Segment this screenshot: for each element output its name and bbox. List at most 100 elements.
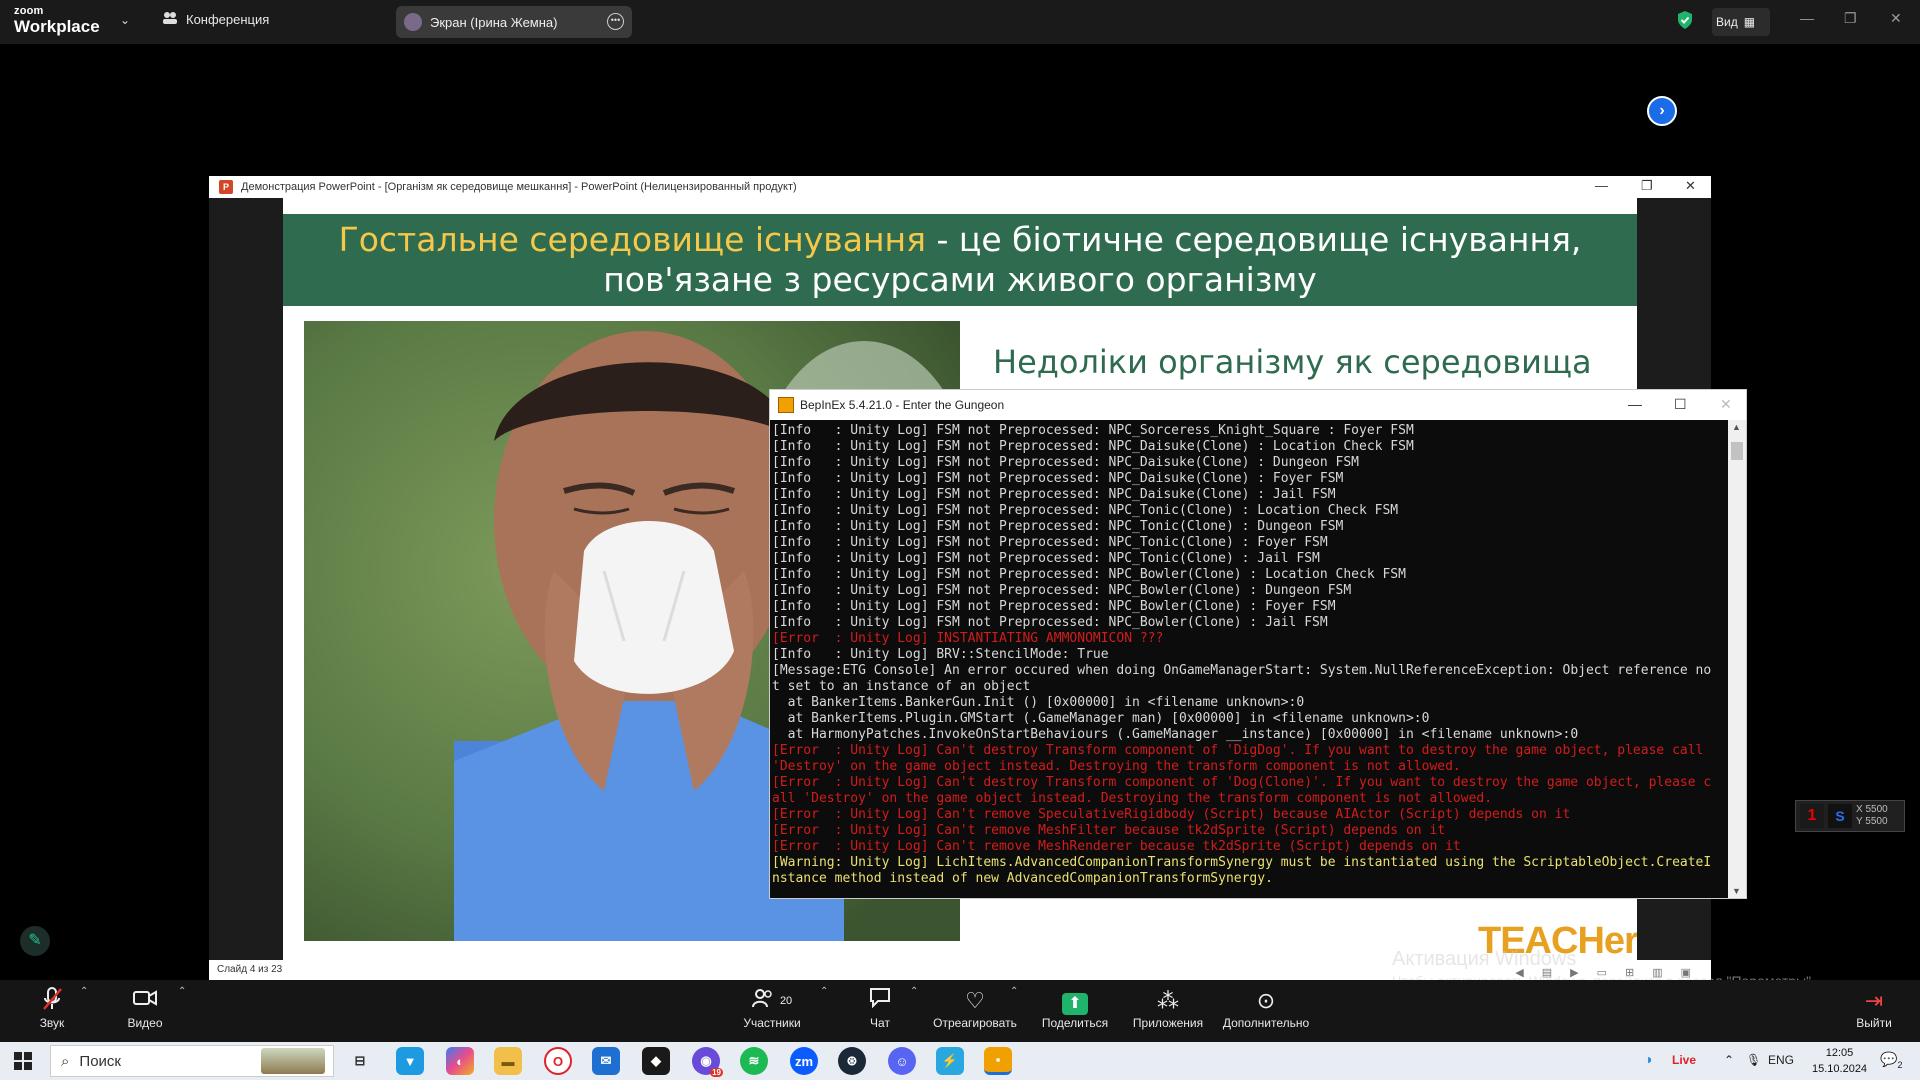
messenger-icon[interactable]: ◉ 19 xyxy=(692,1047,723,1077)
view-label: Вид xyxy=(1716,15,1738,29)
widget-button-2[interactable]: S xyxy=(1828,804,1852,828)
language-indicator[interactable]: ENG xyxy=(1768,1053,1794,1067)
taskbar-search[interactable]: ⌕ Поиск xyxy=(50,1045,334,1077)
leave-button[interactable]: ⇥ Выйти xyxy=(1852,986,1896,1030)
notification-icon[interactable]: 💬2 xyxy=(1880,1051,1902,1070)
restore-button[interactable]: ❐ xyxy=(1844,10,1857,27)
steam-icon[interactable]: ⊛ xyxy=(838,1047,866,1075)
screen-share-tab[interactable]: Экран (Ірина Жемна) ••• xyxy=(396,6,632,38)
slide-title-line2: пов'язане з ресурсами живого організму xyxy=(603,260,1317,299)
heart-icon: ♡ xyxy=(965,988,985,1013)
microphone-icon[interactable]: 🎙 xyxy=(1746,1053,1761,1067)
console-app-icon xyxy=(778,397,794,413)
slide-title-rest: - це біотичне середовище існування, xyxy=(925,220,1582,259)
minimize-button[interactable]: — xyxy=(1800,10,1814,26)
console-line: [Info : Unity Log] BRV::StencilMode: Tru… xyxy=(772,647,1109,662)
console-line: [Info : Unity Log] FSM not Preprocessed:… xyxy=(772,439,1414,454)
participants-icon: 20 xyxy=(740,986,804,1016)
app-icon[interactable]: ◆ xyxy=(642,1047,670,1075)
view-button[interactable]: Вид ▦ xyxy=(1712,8,1770,36)
console-log[interactable]: [Info : Unity Log] FSM not Preprocessed:… xyxy=(770,420,1728,898)
video-button[interactable]: Видео ⌃ xyxy=(120,986,186,1030)
weather-icon[interactable]: ◑ xyxy=(1644,1051,1652,1067)
share-screen-icon: ⬆ xyxy=(1062,993,1088,1015)
slide-title: Гостальне середовище існування - це біот… xyxy=(283,214,1637,306)
live-label[interactable]: Live xyxy=(1672,1053,1696,1067)
console-line: [Error : Unity Log] Can't remove Specula… xyxy=(772,807,1571,822)
participants-button[interactable]: 20 Участники ⌃ xyxy=(740,986,828,1030)
tray-chevron-icon[interactable]: ⌃ xyxy=(1724,1053,1734,1067)
more-label: Дополнительно xyxy=(1222,1016,1310,1030)
react-button[interactable]: ♡ Отреагировать ⌃ xyxy=(932,986,1018,1030)
console-line: [Info : Unity Log] FSM not Preprocessed:… xyxy=(772,519,1344,534)
mail-icon[interactable]: ✉ xyxy=(592,1047,620,1075)
avatar xyxy=(404,13,422,31)
zoom-app-icon[interactable]: zm xyxy=(790,1047,818,1075)
spotify-icon[interactable]: ≋ xyxy=(740,1047,768,1075)
clock[interactable]: 12:05 15.10.2024 xyxy=(1812,1045,1867,1077)
more-options-icon[interactable]: ••• xyxy=(607,13,624,30)
conference-label: Конференция xyxy=(186,12,270,27)
slide-title-accent: Гостальне середовище існування xyxy=(338,220,926,259)
console-line: [Info : Unity Log] FSM not Preprocessed:… xyxy=(772,551,1320,566)
audio-options-caret[interactable]: ⌃ xyxy=(80,986,88,997)
overlay-widget[interactable]: 1 S X 5500 Y 5500 xyxy=(1795,800,1905,832)
clock-date: 15.10.2024 xyxy=(1812,1063,1868,1075)
share-button[interactable]: ⬆ Поделиться xyxy=(1040,986,1110,1030)
chat-options-caret[interactable]: ⌃ xyxy=(910,986,918,997)
participants-count: 20 xyxy=(779,995,793,1007)
console-line: at BankerItems.BankerGun.Init () [0x0000… xyxy=(772,695,1305,710)
console-line: [Error : Unity Log] Can't remove MeshRen… xyxy=(772,839,1461,854)
shield-icon[interactable] xyxy=(1676,10,1694,35)
console-line: t set to an instance of an object xyxy=(772,679,1031,694)
more-button[interactable]: ⊙ Дополнительно xyxy=(1220,986,1312,1030)
console-line: [Error : Unity Log] Can't destroy Transf… xyxy=(772,775,1712,790)
scroll-up-icon[interactable]: ▲ xyxy=(1732,422,1741,432)
opera-icon[interactable]: O xyxy=(544,1047,572,1075)
share-label: Поделиться xyxy=(1041,1016,1109,1030)
chevron-down-icon[interactable]: ⌄ xyxy=(120,13,130,27)
conference-button[interactable]: Конференция xyxy=(162,11,269,28)
slide-counter: Слайд 4 из 23 xyxy=(217,964,283,975)
discord-icon[interactable]: ☺ xyxy=(888,1047,916,1075)
annotate-pencil-icon[interactable]: ✎ xyxy=(20,926,50,956)
participants-options-caret[interactable]: ⌃ xyxy=(820,986,828,997)
close-button[interactable]: ✕ xyxy=(1890,10,1902,27)
zoom-logo-bottom: Workplace xyxy=(14,17,100,36)
console-close-button[interactable]: ✕ xyxy=(1720,396,1732,413)
ppt-restore-button[interactable]: ❐ xyxy=(1641,178,1653,194)
video-options-caret[interactable]: ⌃ xyxy=(178,986,186,997)
react-options-caret[interactable]: ⌃ xyxy=(1010,986,1018,997)
file-explorer-icon[interactable]: ▬ xyxy=(494,1047,522,1075)
task-view-icon[interactable]: ⊟ xyxy=(346,1047,374,1075)
bepinex-taskbar-icon[interactable]: ▪ xyxy=(984,1047,1012,1075)
widget-button-1[interactable]: 1 xyxy=(1800,804,1824,828)
console-line: [Info : Unity Log] FSM not Preprocessed:… xyxy=(772,503,1399,518)
chat-button[interactable]: Чат ⌃ xyxy=(862,986,918,1030)
console-maximize-button[interactable]: ☐ xyxy=(1674,396,1687,413)
chat-label: Чат xyxy=(870,1016,890,1030)
ppt-minimize-button[interactable]: — xyxy=(1595,178,1608,193)
bepinex-console-window[interactable]: BepInEx 5.4.21.0 - Enter the Gungeon — ☐… xyxy=(769,389,1747,899)
scrollbar-thumb[interactable] xyxy=(1731,442,1743,460)
console-line: [Info : Unity Log] FSM not Preprocessed:… xyxy=(772,471,1344,486)
windows-start-icon[interactable] xyxy=(14,1052,32,1070)
scroll-down-icon[interactable]: ▼ xyxy=(1732,886,1741,896)
console-line: [Info : Unity Log] FSM not Preprocessed:… xyxy=(772,535,1328,550)
copilot-icon[interactable]: ◐ xyxy=(446,1047,474,1075)
ppt-close-button[interactable]: ✕ xyxy=(1685,178,1696,194)
chat-icon xyxy=(862,986,898,1016)
screen-tab-label: Экран (Ірина Жемна) xyxy=(430,14,558,30)
console-minimize-button[interactable]: — xyxy=(1628,396,1642,412)
vpn-shield-icon[interactable]: ▼ xyxy=(396,1047,424,1075)
console-line: at HarmonyPatches.InvokeOnStartBehaviour… xyxy=(772,727,1579,742)
next-arrow-icon[interactable]: › xyxy=(1647,96,1677,126)
audio-button[interactable]: Звук ⌃ xyxy=(30,986,89,1030)
apps-icon: ⁂ xyxy=(1157,988,1179,1013)
windows-taskbar: ⌕ Поиск ⊟ ▼ ◐ ▬ O ✉ ◆ ◉ 19 ≋ zm ⊛ ☺ ⚡ ▪ ◑… xyxy=(0,1042,1920,1080)
console-title: BepInEx 5.4.21.0 - Enter the Gungeon xyxy=(800,398,1005,412)
console-scrollbar[interactable]: ▲ ▼ xyxy=(1728,420,1746,898)
clock-time: 12:05 xyxy=(1825,1047,1854,1059)
apps-button[interactable]: ⁂ Приложения xyxy=(1130,986,1206,1030)
app-icon-2[interactable]: ⚡ xyxy=(936,1047,964,1075)
